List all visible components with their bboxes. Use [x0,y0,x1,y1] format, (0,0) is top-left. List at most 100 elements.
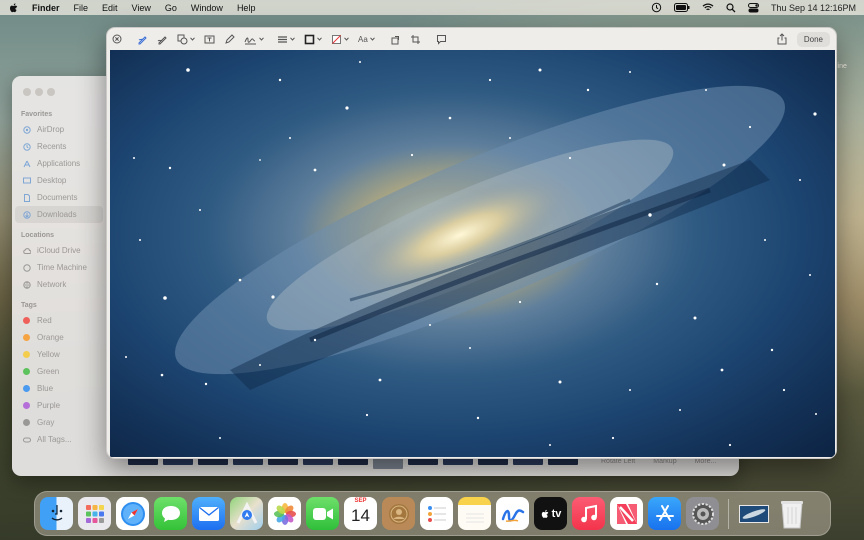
text-box-icon[interactable] [204,34,215,45]
dock-safari[interactable] [116,497,149,530]
sidebar-tag-green[interactable]: Green [12,363,106,380]
menu-go[interactable]: Go [165,3,177,13]
applications-icon [23,160,31,168]
dock-music[interactable] [572,497,605,530]
sidebar-item-downloads[interactable]: Downloads [15,206,103,223]
tag-label: Blue [37,384,54,393]
spotlight-search-icon[interactable] [726,2,736,13]
sidebar-tag-red[interactable]: Red [12,312,106,329]
dock-system-settings[interactable] [686,497,719,530]
sidebar-tag-orange[interactable]: Orange [12,329,106,346]
finder-face-icon [51,504,62,521]
wifi-icon[interactable] [702,3,714,12]
text-style-button[interactable]: Aa [358,35,375,44]
music-note-icon [580,504,597,522]
battery-icon[interactable] [673,3,690,12]
sidebar-tag-blue[interactable]: Blue [12,380,106,397]
quick-look-window: Aa Done [106,27,837,459]
dock-separator [728,498,729,529]
time-machine-icon[interactable] [651,2,662,13]
tags-header: Tags [21,302,37,309]
sidebar-item-icloud-drive[interactable]: iCloud Drive [12,242,106,259]
sidebar-tag-yellow[interactable]: Yellow [12,346,106,363]
crop-icon[interactable] [410,34,421,45]
sidebar-item-label: Documents [37,193,78,202]
galaxy-image [110,50,835,457]
dock-tv[interactable]: tv [534,497,567,530]
dock-contacts[interactable] [382,497,415,530]
dock-news[interactable] [610,497,643,530]
menu-edit[interactable]: Edit [102,3,118,13]
dock-finder[interactable] [40,497,73,530]
annotate-icon[interactable] [436,34,447,45]
tag-label: Orange [37,333,64,342]
zoom-button[interactable] [47,88,55,96]
sidebar-all-tags[interactable]: All Tags... [12,431,106,448]
sidebar-item-label: Applications [37,159,81,168]
desktop-item-label: line [836,63,847,70]
fill-color-icon[interactable] [331,34,349,45]
sidebar-item-label: iCloud Drive [37,246,81,255]
sidebar-tag-purple[interactable]: Purple [12,397,106,414]
chevron-down-icon [290,37,295,41]
minimize-button[interactable] [35,88,43,96]
dock-mail[interactable] [192,497,225,530]
dock-facetime[interactable] [306,497,339,530]
desktop-icon [23,177,31,185]
done-button[interactable]: Done [796,31,830,47]
draw-tool-icon[interactable] [157,34,168,45]
red-tag-dot-icon [23,317,30,324]
dock-minimized-wallpaper[interactable] [737,497,770,530]
checklist-icon [427,505,446,522]
chevron-down-icon [317,37,322,41]
sidebar-item-documents[interactable]: Documents [12,189,106,206]
sketch-tool-icon[interactable] [137,34,148,45]
dock-maps[interactable] [230,497,263,530]
dock-photos[interactable] [268,497,301,530]
finder-sidebar: Favorites AirDrop Recents Applications D… [12,102,106,448]
menu-bar: Finder File Edit View Go Window Help Thu… [0,0,864,15]
signature-icon[interactable] [244,34,264,45]
shapes-tool-icon[interactable] [177,34,195,45]
sidebar-item-airdrop[interactable]: AirDrop [12,121,106,138]
close-icon[interactable] [112,34,122,44]
menu-view[interactable]: View [132,3,151,13]
tv-label: tv [551,507,562,520]
menubar-clock[interactable]: Thu Sep 14 12:16PM [771,3,856,13]
menu-file[interactable]: File [74,3,89,13]
dock-notes[interactable] [458,497,491,530]
dock-calendar[interactable]: SEP 14 [344,497,377,530]
dock-reminders[interactable] [420,497,453,530]
purple-tag-dot-icon [23,402,30,409]
sidebar-item-label: Time Machine [37,263,87,272]
rotate-left-button[interactable]: Rotate Left [601,458,635,465]
gray-tag-dot-icon [23,419,30,426]
shape-style-icon[interactable] [277,34,295,45]
sidebar-tag-gray[interactable]: Gray [12,414,106,431]
highlight-icon[interactable] [224,33,235,45]
more-button[interactable]: More... [695,458,717,465]
preview-pane-actions: Rotate Left Markup More... [601,458,734,465]
dock-launchpad[interactable] [78,497,111,530]
sidebar-item-label: Downloads [37,210,77,219]
sidebar-item-recents[interactable]: Recents [12,138,106,155]
sidebar-item-applications[interactable]: Applications [12,155,106,172]
dock-messages[interactable] [154,497,187,530]
sidebar-item-network[interactable]: Network [12,276,106,293]
dock-app-store[interactable] [648,497,681,530]
menu-finder[interactable]: Finder [32,3,60,13]
sidebar-item-time-machine[interactable]: Time Machine [12,259,106,276]
downloads-icon [23,210,31,219]
border-color-icon[interactable] [304,34,322,45]
share-icon[interactable] [777,33,787,45]
menu-help[interactable]: Help [237,3,256,13]
control-center-icon[interactable] [747,2,759,13]
rotate-icon[interactable] [390,34,401,45]
menu-window[interactable]: Window [191,3,223,13]
close-button[interactable] [23,88,31,96]
sidebar-item-desktop[interactable]: Desktop [12,172,106,189]
dock-freeform[interactable] [496,497,529,530]
markup-button[interactable]: Markup [653,458,676,465]
apple-logo-icon[interactable] [8,2,20,14]
dock-trash[interactable] [775,497,808,530]
